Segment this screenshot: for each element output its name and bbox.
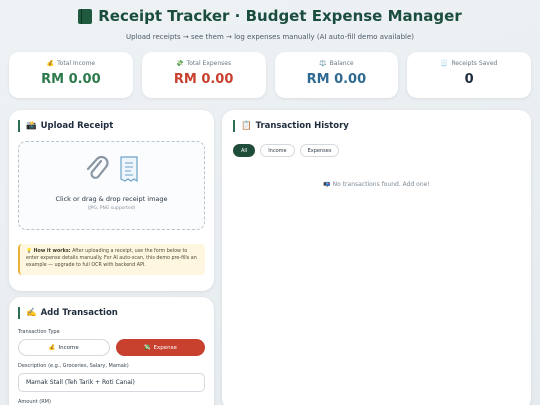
receipt-icon: 🧾 — [440, 60, 449, 67]
card-title-text: Add Transaction — [40, 308, 118, 318]
expense-type-button[interactable]: 💸 Expense — [115, 339, 205, 356]
receipt-dropzone[interactable]: Click or drag & drop receipt image (JPG,… — [18, 141, 205, 230]
income-type-button[interactable]: 💰 Income — [18, 339, 110, 356]
empty-state-text: No transactions found. Add one! — [332, 181, 430, 188]
stat-balance: ⚖️ Balance RM 0.00 — [274, 52, 399, 98]
upload-receipt-card: 📸 Upload Receipt Click or drag & drop re… — [9, 110, 214, 291]
page-title-text: Receipt Tracker · Budget Expense Manager — [98, 7, 462, 25]
camera-icon: 📸 — [26, 121, 37, 131]
stat-value: RM 0.00 — [173, 72, 234, 87]
card-title: 📋 Transaction History — [233, 120, 520, 132]
card-title-text: Transaction History — [255, 121, 349, 131]
money-bag-icon: 💰 — [48, 344, 56, 351]
history-filters: All Income Expenses — [233, 144, 520, 157]
empty-state: 📭 No transactions found. Add one! — [233, 181, 520, 188]
dropzone-subtext: (JPG, PNG supported) — [87, 206, 136, 211]
note-heading: How it works: — [33, 249, 71, 254]
transaction-type-label: Transaction Type — [18, 329, 60, 335]
stat-value: 0 — [464, 72, 474, 87]
writing-hand-icon: ✍️ — [26, 308, 37, 318]
page-header: Receipt Tracker · Budget Expense Manager… — [0, 7, 540, 41]
page-subtitle: Upload receipts → see them → log expense… — [125, 32, 415, 41]
income-label: Income — [58, 344, 79, 351]
money-wings-icon: 💸 — [143, 344, 151, 351]
scales-icon: ⚖️ — [319, 60, 327, 67]
description-label: Description (e.g., Groceries, Salary, Ma… — [18, 363, 129, 369]
stat-label: Balance — [329, 60, 354, 67]
filter-expenses[interactable]: Expenses — [299, 144, 340, 157]
clipboard-icon: 📋 — [241, 121, 252, 131]
transaction-type-toggle: 💰 Income 💸 Expense — [18, 339, 205, 356]
paperclip-icon — [86, 155, 109, 179]
stat-total-expenses: 💸 Total Expenses RM 0.00 — [141, 52, 266, 98]
mailbox-icon: 📭 — [323, 181, 331, 188]
description-input[interactable]: Mamak Stall (Teh Tarik + Roti Canai) — [18, 373, 205, 392]
amount-label: Amount (RM) — [18, 399, 51, 405]
filter-income[interactable]: Income — [260, 144, 295, 157]
receipt-icon — [119, 156, 138, 183]
card-title: 📸 Upload Receipt — [18, 120, 205, 132]
stat-value: RM 0.00 — [41, 72, 101, 87]
add-transaction-card: ✍️ Add Transaction Transaction Type 💰 In… — [9, 297, 214, 405]
expense-label: Expense — [153, 344, 177, 351]
stat-label: Total Income — [57, 60, 96, 67]
stat-receipts-saved: 🧾 Receipts Saved 0 — [407, 52, 531, 98]
ledger-book-icon — [78, 8, 93, 24]
stats-row: 💰 Total Income RM 0.00 💸 Total Expenses RM… — [9, 52, 531, 98]
filter-all[interactable]: All — [233, 144, 256, 157]
how-it-works-note: 💡 How it works: After uploading a receip… — [18, 244, 205, 275]
stat-label: Total Expenses — [186, 60, 232, 67]
transaction-history-card: 📋 Transaction History All Income Expense… — [222, 110, 531, 405]
dropzone-text: Click or drag & drop receipt image — [55, 195, 168, 203]
money-wings-icon: 💸 — [176, 60, 184, 67]
money-bag-icon: 💰 — [46, 60, 55, 67]
card-title: ✍️ Add Transaction — [18, 307, 205, 319]
stat-label: Receipts Saved — [451, 60, 498, 67]
stat-value: RM 0.00 — [306, 72, 367, 87]
stat-total-income: 💰 Total Income RM 0.00 — [9, 52, 133, 98]
page-title: Receipt Tracker · Budget Expense Manager — [78, 7, 462, 25]
card-title-text: Upload Receipt — [40, 121, 114, 131]
lightbulb-icon: 💡 — [26, 249, 32, 254]
